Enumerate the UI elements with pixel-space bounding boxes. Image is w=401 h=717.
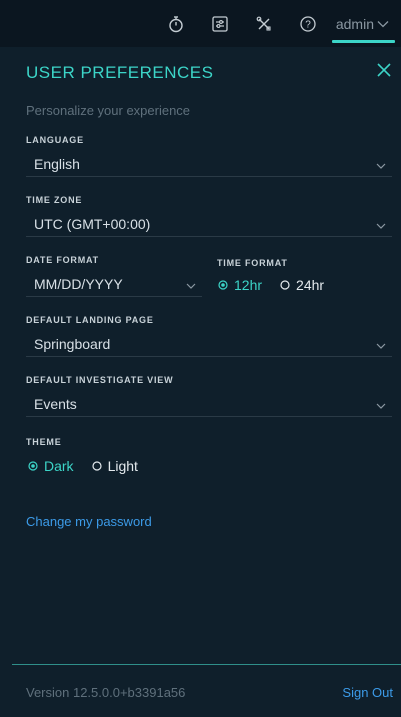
investigate-view-label: DEFAULT INVESTIGATE VIEW bbox=[26, 375, 174, 385]
time-format-option-label: 24hr bbox=[296, 277, 325, 293]
radio-selected-icon bbox=[28, 461, 38, 471]
date-format-label: DATE FORMAT bbox=[26, 255, 99, 265]
theme-light-radio[interactable]: Light bbox=[91, 458, 138, 474]
time-zone-label: TIME ZONE bbox=[26, 195, 83, 205]
user-name: admin bbox=[335, 15, 374, 32]
theme-option-label: Light bbox=[107, 458, 138, 474]
chevron-down-icon bbox=[377, 20, 389, 27]
panel-subtitle: Personalize your experience bbox=[26, 103, 191, 118]
landing-page-select[interactable]: Springboard bbox=[26, 331, 392, 357]
time-zone-value: UTC (GMT+00:00) bbox=[34, 215, 151, 232]
radio-unselected-icon bbox=[280, 280, 290, 290]
time-format-24hr-radio[interactable]: 24hr bbox=[280, 277, 324, 293]
chevron-down-icon bbox=[376, 163, 386, 169]
tools-icon[interactable] bbox=[242, 0, 286, 47]
stopwatch-icon[interactable] bbox=[154, 0, 198, 47]
footer-divider bbox=[12, 664, 401, 665]
chevron-down-icon bbox=[376, 343, 386, 349]
language-value: English bbox=[34, 155, 80, 172]
time-zone-select[interactable]: UTC (GMT+00:00) bbox=[26, 211, 392, 237]
theme-option-label: Dark bbox=[44, 458, 74, 474]
change-password-link[interactable]: Change my password bbox=[26, 514, 152, 529]
landing-page-label: DEFAULT LANDING PAGE bbox=[26, 315, 154, 325]
theme-label: THEME bbox=[26, 437, 62, 447]
top-bar: ? admin bbox=[0, 0, 401, 47]
investigate-view-value: Events bbox=[34, 395, 77, 412]
time-format-12hr-radio[interactable]: 12hr bbox=[218, 277, 262, 293]
version-text: Version 12.5.0.0+b3391a56 bbox=[26, 685, 186, 700]
chevron-down-icon bbox=[186, 283, 196, 289]
user-preferences-panel: USER PREFERENCES Personalize your experi… bbox=[12, 47, 401, 717]
user-menu[interactable]: admin bbox=[330, 0, 395, 47]
theme-radio-group: Dark Light bbox=[28, 458, 156, 474]
close-icon[interactable] bbox=[375, 61, 393, 79]
chevron-down-icon bbox=[376, 223, 386, 229]
landing-page-value: Springboard bbox=[34, 335, 111, 352]
sign-out-link[interactable]: Sign Out bbox=[342, 685, 393, 700]
investigate-view-select[interactable]: Events bbox=[26, 391, 392, 417]
active-tab-indicator bbox=[331, 40, 395, 43]
chevron-down-icon bbox=[376, 403, 386, 409]
date-format-select[interactable]: MM/DD/YYYY bbox=[26, 271, 202, 297]
theme-dark-radio[interactable]: Dark bbox=[28, 458, 74, 474]
time-format-radio-group: 12hr 24hr bbox=[218, 277, 342, 293]
time-format-label: TIME FORMAT bbox=[217, 258, 288, 268]
sliders-icon[interactable] bbox=[198, 0, 242, 47]
radio-selected-icon bbox=[218, 280, 228, 290]
language-select[interactable]: English bbox=[26, 151, 392, 177]
language-label: LANGUAGE bbox=[26, 135, 84, 145]
svg-text:?: ? bbox=[305, 19, 311, 30]
panel-title: USER PREFERENCES bbox=[26, 63, 214, 82]
time-format-option-label: 12hr bbox=[234, 277, 263, 293]
date-format-value: MM/DD/YYYY bbox=[34, 275, 123, 292]
help-icon[interactable]: ? bbox=[286, 0, 330, 47]
radio-unselected-icon bbox=[91, 461, 102, 471]
